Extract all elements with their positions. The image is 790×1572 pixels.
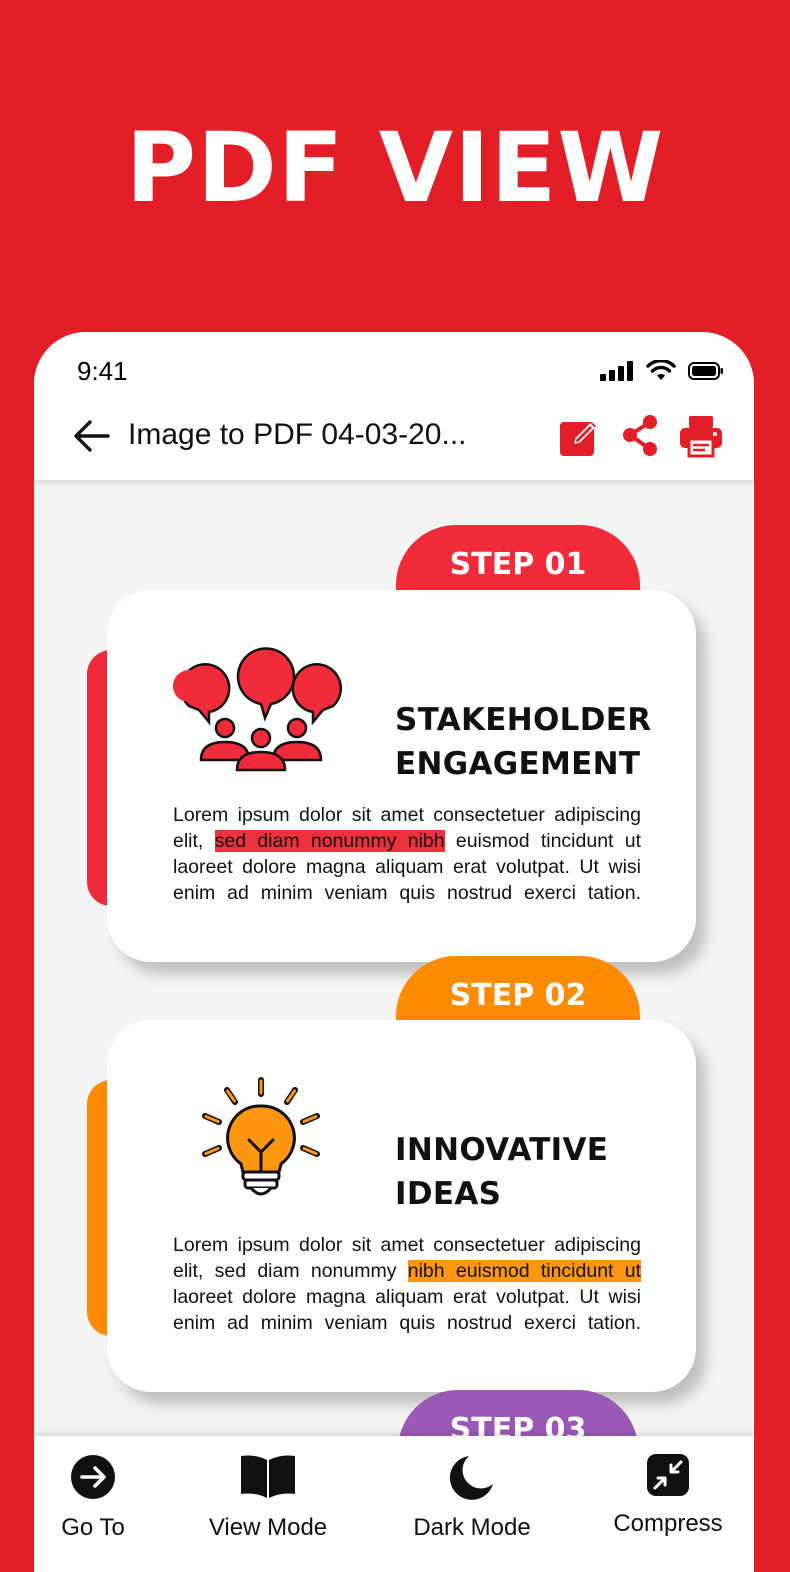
arrow-right-circle-icon: [71, 1455, 115, 1499]
moon-icon: [449, 1456, 493, 1500]
status-icons: [600, 360, 724, 382]
step-02-title: INNOVATIVE IDEAS: [395, 1128, 608, 1216]
step-02-card: INNOVATIVE IDEAS Lorem ipsum dolor sit a…: [107, 1020, 696, 1392]
lightbulb-icon: [202, 1077, 320, 1196]
nav-compress-label: Compress: [613, 1510, 723, 1537]
step-01-title-line1: STAKEHOLDER: [395, 702, 652, 738]
body-line: elit, sed diam nonummy nibh euismod tinc…: [173, 1258, 641, 1284]
book-icon: [241, 1455, 295, 1498]
bottom-nav: Go To View Mode Dark Mode Compress: [34, 1436, 754, 1572]
status-time: 9:41: [77, 356, 128, 386]
highlighted-text: nibh euismod tincidunt ut: [407, 1260, 641, 1282]
step-01-title-line2: ENGAGEMENT: [395, 746, 641, 782]
step-02-title-line2: IDEAS: [395, 1176, 502, 1212]
document-title: Image to PDF 04-03-20...: [128, 418, 467, 451]
hero-title: PDF VIEW: [125, 112, 665, 224]
body-line: elit, sed diam nonummy nibh euismod tinc…: [173, 828, 641, 854]
step-02-body: Lorem ipsum dolor sit amet consectetuer …: [173, 1232, 641, 1336]
pdf-document-view[interactable]: STEP 01 STAKEHOLDER ENGAGEMENT Lorem ips…: [34, 480, 754, 1436]
wifi-icon: [646, 360, 676, 380]
step-03-tab: STEP 03: [398, 1390, 638, 1436]
body-line: Lorem ipsum dolor sit amet consectetuer …: [173, 1234, 641, 1256]
body-text: elit,: [173, 830, 215, 852]
step-01-title: STAKEHOLDER ENGAGEMENT: [395, 698, 651, 786]
body-line: Lorem ipsum dolor sit amet consectetuer …: [173, 804, 641, 826]
battery-icon: [688, 362, 723, 380]
people-speech-icon: [173, 647, 343, 772]
top-bar: 9:41 Image to PDF 04-03-20...: [34, 332, 754, 480]
body-line: laoreet dolore magna aliquam erat volutp…: [173, 856, 641, 878]
step-01-body: Lorem ipsum dolor sit amet consectetuer …: [173, 802, 641, 906]
body-line: laoreet dolore magna aliquam erat volutp…: [173, 1286, 641, 1308]
body-text: elit, sed diam nonummy: [173, 1260, 408, 1282]
step-02-title-line1: INNOVATIVE: [395, 1132, 609, 1168]
step-01-card: STAKEHOLDER ENGAGEMENT Lorem ipsum dolor…: [107, 590, 696, 962]
body-line: enim ad minim veniam quis nostrud exerci…: [173, 1312, 641, 1334]
compress-icon: [647, 1454, 689, 1496]
body-text: euismod tincidunt ut: [444, 830, 641, 852]
cellular-signal-icon: [600, 361, 633, 381]
nav-go-to-label: Go To: [61, 1514, 125, 1541]
nav-dark-mode-label: Dark Mode: [413, 1514, 531, 1541]
body-line: enim ad minim veniam quis nostrud exerci…: [173, 882, 641, 904]
edit-icon[interactable]: [558, 414, 602, 458]
nav-compress[interactable]: Compress: [608, 1454, 728, 1538]
share-icon[interactable]: [620, 414, 660, 458]
app-bar-actions: [558, 414, 724, 458]
nav-dark-mode[interactable]: Dark Mode: [402, 1454, 542, 1542]
nav-view-mode[interactable]: View Mode: [198, 1454, 338, 1542]
nav-go-to[interactable]: Go To: [43, 1454, 143, 1542]
phone-screen: 9:41 Image to PDF 04-03-20... STEP 01 ST…: [34, 332, 754, 1572]
print-icon[interactable]: [678, 414, 724, 458]
highlighted-text: sed diam nonummy nibh: [214, 830, 445, 852]
back-arrow-icon[interactable]: [72, 418, 112, 454]
nav-view-mode-label: View Mode: [208, 1514, 328, 1541]
